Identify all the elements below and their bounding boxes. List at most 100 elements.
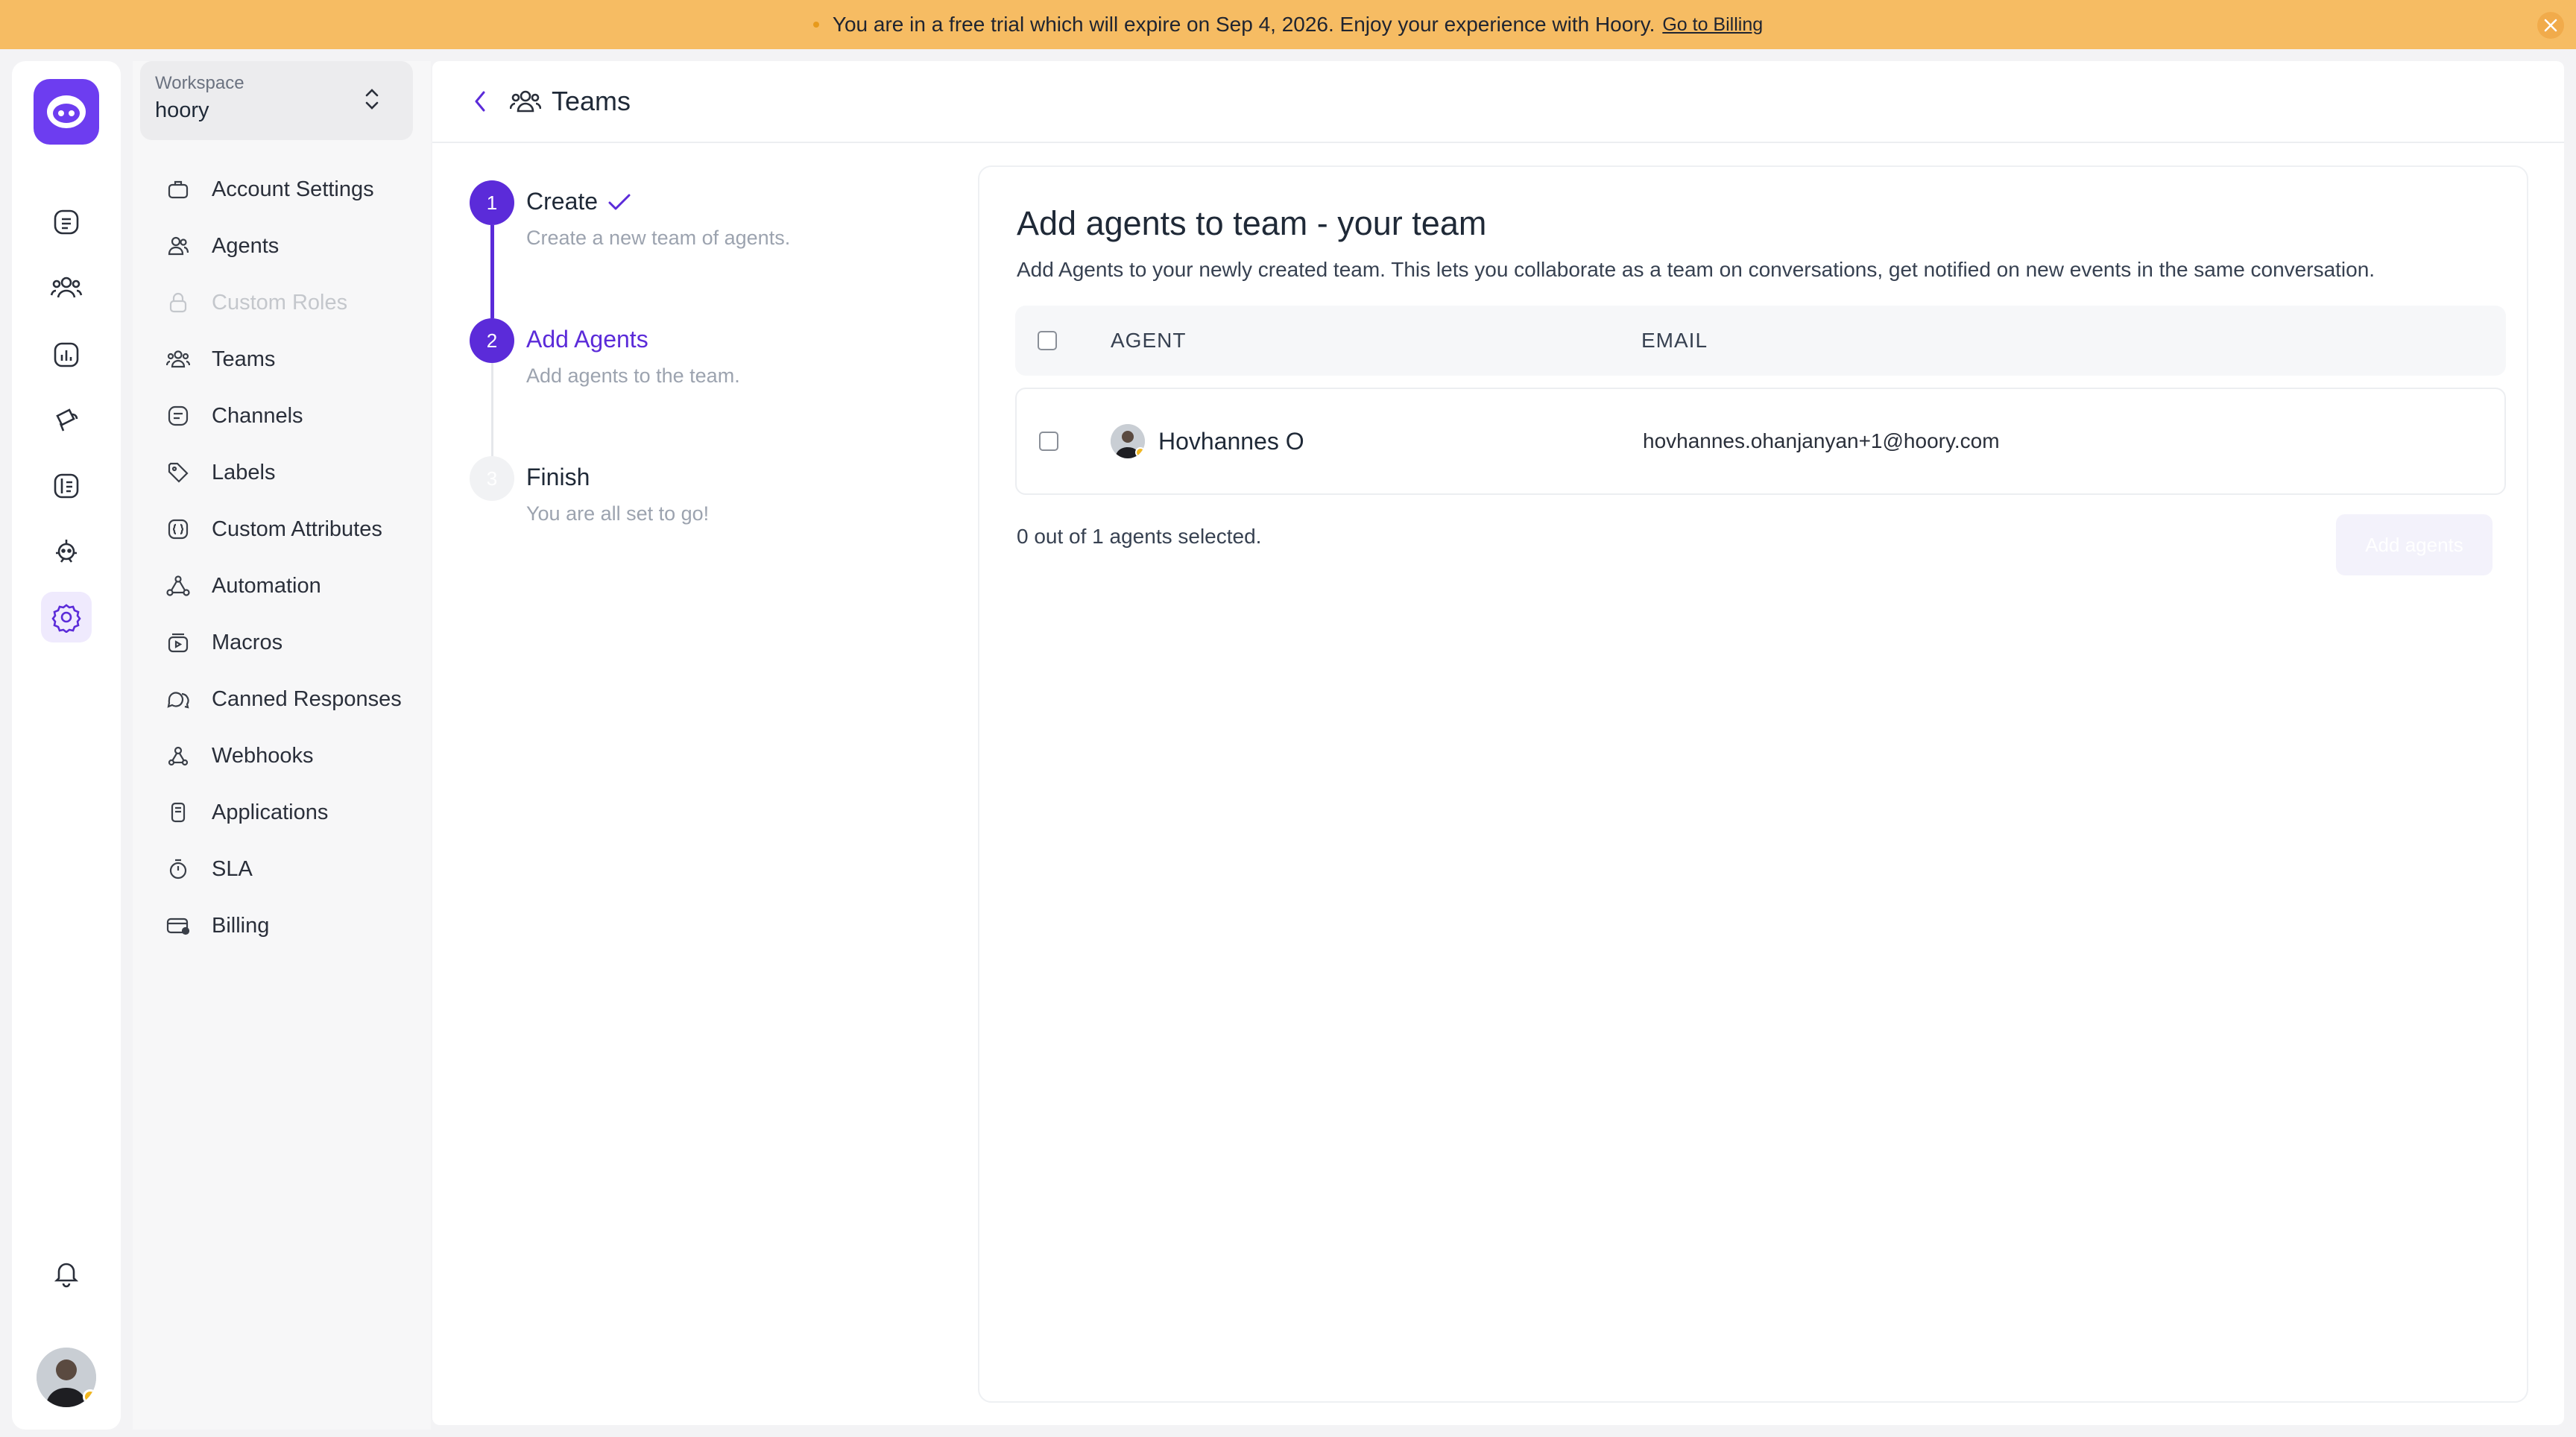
step-title: Finish [526, 464, 590, 490]
step-title-text: Create [526, 188, 599, 215]
page-header: Teams [432, 61, 2564, 143]
step-description: You are all set to go! [526, 502, 710, 525]
agent-email: hovhannes.ohanjanyan+1@hoory.com [1643, 429, 2000, 452]
user-avatar[interactable] [37, 1348, 96, 1407]
sidebar-item-custom-attributes[interactable]: Custom Attributes [148, 501, 416, 558]
step-connector [490, 225, 494, 318]
sidebar-item-macros[interactable]: Macros [148, 614, 416, 671]
rail-settings[interactable] [41, 592, 92, 642]
conversations-icon [54, 209, 79, 235]
rail-bot[interactable] [41, 526, 92, 577]
sidebar-item-label: Custom Attributes [212, 517, 382, 541]
close-banner-button[interactable] [2537, 12, 2564, 39]
step-description: Add agents to the team. [526, 364, 740, 387]
close-icon [2544, 19, 2557, 32]
sidebar-item-label: Macros [212, 630, 283, 654]
add-agents-button[interactable]: Add agents [2336, 514, 2493, 575]
sidebar-item-label: Account Settings [212, 177, 374, 201]
workspace-name: hoory [155, 98, 209, 122]
chat-multiple-icon [167, 692, 189, 709]
reports-icon [54, 342, 79, 367]
sidebar-item-teams[interactable]: Teams [148, 331, 416, 388]
tag-icon [168, 462, 189, 483]
rail-contacts[interactable] [41, 262, 92, 313]
step-title: Add Agents [526, 326, 648, 353]
add-agents-card: Add agents to team - your team Add Agent… [978, 165, 2528, 1403]
lock-icon [169, 292, 187, 313]
step-number: 2 [470, 318, 514, 363]
agent-avatar [1111, 424, 1145, 458]
sidebar-item-label: Applications [212, 800, 329, 824]
page-title: Teams [552, 86, 631, 116]
sidebar-item-label: Canned Responses [212, 686, 402, 711]
hoory-logo[interactable] [34, 79, 99, 145]
select-all-checkbox[interactable] [1038, 331, 1057, 350]
check-icon [608, 194, 631, 209]
rail-campaigns[interactable] [41, 395, 92, 446]
agent-name: Hovhannes O [1158, 427, 1304, 455]
agent-select-checkbox[interactable] [1039, 432, 1058, 451]
people-icon [168, 236, 189, 256]
app-icon [171, 802, 186, 823]
notifications-button[interactable] [41, 1248, 92, 1298]
channel-icon [168, 405, 189, 426]
bell-icon [54, 1263, 79, 1288]
trial-banner: You are in a free trial which will expir… [0, 0, 2576, 49]
sidebar-item-sla[interactable]: SLA [148, 841, 416, 897]
banner-message: You are in a free trial which will expir… [832, 13, 1655, 36]
step-number: 3 [470, 456, 514, 501]
settings-menu: Account Settings Agents Custom Roles Tea… [148, 161, 416, 954]
agents-table-header: AGENT EMAIL [1015, 306, 2506, 376]
selection-status: 0 out of 1 agents selected. [1017, 525, 1262, 548]
rail-help-center[interactable] [41, 461, 92, 511]
settings-icon [51, 604, 81, 633]
rail-reports[interactable] [41, 329, 92, 380]
sidebar-item-label: Billing [212, 913, 270, 938]
contacts-icon [50, 277, 83, 298]
presence-indicator [83, 1389, 96, 1404]
automation-icon [166, 575, 190, 596]
hoory-logo-icon [47, 95, 86, 128]
sidebar-item-channels[interactable]: Channels [148, 388, 416, 444]
back-button[interactable] [465, 86, 495, 116]
briefcase-icon [168, 180, 189, 199]
sidebar-item-label: Custom Roles [212, 290, 348, 315]
card-description: Add Agents to your newly created team. T… [1017, 258, 2375, 281]
banner-bullet [812, 22, 819, 28]
sidebar-item-account-settings[interactable]: Account Settings [148, 161, 416, 218]
agent-cell: Hovhannes O [1111, 424, 1304, 458]
help-center-icon [54, 473, 79, 499]
sidebar-item-canned-responses[interactable]: Canned Responses [148, 671, 416, 727]
rail-conversations[interactable] [41, 197, 92, 247]
step-finish: 3 Finish You are all set to go! [470, 456, 932, 594]
sidebar-item-webhooks[interactable]: Webhooks [148, 727, 416, 784]
workspace-label: Workspace [155, 73, 244, 93]
wizard-stepper: 1 Create Create a new team of agents. 2 … [470, 180, 932, 594]
step-add-agents: 2 Add Agents Add agents to the team. [470, 318, 932, 456]
people-team-icon [166, 350, 190, 368]
sidebar-item-billing[interactable]: Billing [148, 897, 416, 954]
step-title: Create [526, 188, 632, 215]
sidebar-item-label: Agents [212, 233, 280, 258]
column-header-agent: AGENT [1111, 329, 1187, 352]
billing-icon [166, 918, 190, 935]
people-team-icon [510, 90, 541, 113]
webhook-icon [168, 746, 189, 766]
sidebar-item-labels[interactable]: Labels [148, 444, 416, 501]
sidebar-item-applications[interactable]: Applications [148, 784, 416, 841]
timer-icon [169, 859, 187, 879]
macro-icon [168, 633, 189, 653]
workspace-switcher[interactable]: Workspace hoory [140, 61, 413, 140]
step-create: 1 Create Create a new team of agents. [470, 180, 932, 318]
main-panel: Teams 1 Create Create a new team of agen… [432, 61, 2564, 1425]
sidebar-item-automation[interactable]: Automation [148, 558, 416, 614]
go-to-billing-link[interactable]: Go to Billing [1662, 14, 1763, 36]
card-heading: Add agents to team - your team [1017, 204, 1487, 242]
sidebar-item-agents[interactable]: Agents [148, 218, 416, 274]
chevron-left-icon [475, 91, 485, 112]
sidebar-item-label: Channels [212, 403, 303, 428]
primary-nav-rail [12, 61, 121, 1430]
sidebar-item-label: SLA [212, 856, 253, 881]
settings-sidebar: Workspace hoory Account Settings Agents … [133, 61, 431, 1430]
bot-icon [56, 540, 77, 563]
